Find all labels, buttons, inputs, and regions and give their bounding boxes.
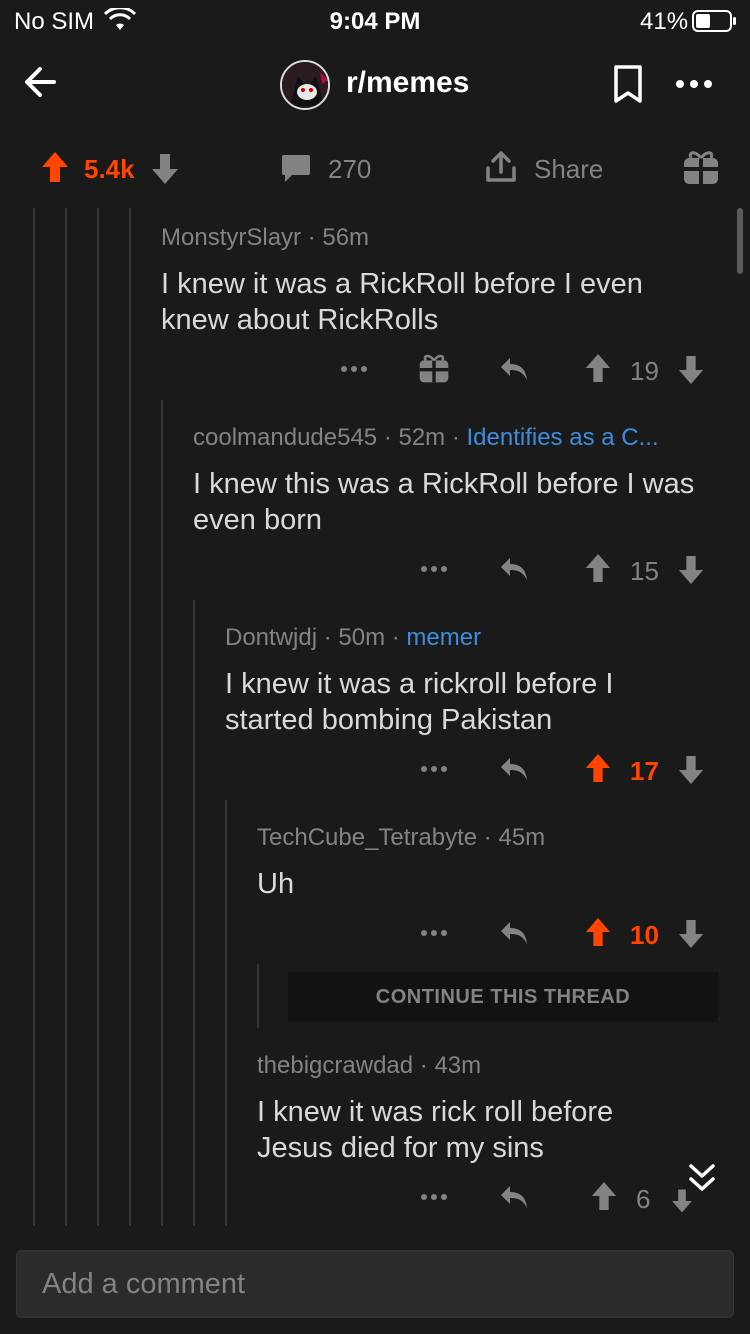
status-bar: No SIM 9:04 PM 41% [0,0,750,44]
reply-icon[interactable] [498,354,530,384]
reply-icon[interactable] [498,1182,530,1212]
comment-score: 6 [636,1184,651,1214]
comment-body: Uh [257,868,295,900]
comment-meta: Dontwjdj · 50m · memer [225,624,482,651]
post-score: 5.4k [84,154,135,184]
comment-upvote-icon[interactable] [584,552,612,584]
comment-more-icon[interactable] [420,1188,448,1206]
comment-body: I knew it was a RickRoll before I even kn… [161,268,643,336]
comment-count: 270 [328,154,372,184]
comment-author[interactable]: MonstyrSlayr [161,224,301,251]
thread-line[interactable] [97,208,99,1226]
share-icon[interactable] [484,150,518,184]
thread-line[interactable] [193,600,195,1226]
comment-meta: TechCube_Tetrabyte · 45m [257,824,546,851]
comment-downvote-icon[interactable] [677,754,705,786]
comment-meta: MonstyrSlayr · 56m [161,224,370,251]
award-gift-icon[interactable] [682,148,720,186]
comment-body: I knew this was a RickRoll before I was e… [193,468,695,536]
comment-score: 17 [630,756,659,786]
comment-author[interactable]: thebigcrawdad [257,1052,413,1079]
user-flair: Identifies as a C... [466,424,659,451]
comment-age: 43m [434,1052,482,1079]
comment-author[interactable]: TechCube_Tetrabyte [257,824,477,851]
thread-line[interactable] [33,208,35,1226]
share-label[interactable]: Share [534,154,603,185]
post-downvote-icon[interactable] [150,152,180,186]
comment-more-icon[interactable] [420,560,448,578]
comment-downvote-icon[interactable] [677,554,705,586]
reply-icon[interactable] [498,554,530,584]
thread-line[interactable] [65,208,67,1226]
post-upvote-icon[interactable] [40,150,70,184]
status-time: 9:04 PM [329,8,421,35]
comment-score: 15 [630,556,659,586]
add-comment-placeholder[interactable]: Add a comment [42,1268,245,1301]
comment-age: 45m [498,824,546,851]
comment-meta: coolmandude545 · 52m · Identifies as a C… [193,424,659,451]
comment-author[interactable]: coolmandude545 [193,424,377,451]
comment-upvote-icon[interactable] [584,752,612,784]
comment-body: I knew it was rick roll before Jesus died… [257,1096,614,1164]
comment-more-icon[interactable] [340,360,368,378]
comment-age: 56m [322,224,370,251]
thread-line[interactable] [225,800,227,1226]
scrollbar[interactable] [737,208,743,274]
comment-author[interactable]: Dontwjdj [225,624,317,651]
comment-meta: thebigcrawdad · 43m [257,1052,482,1079]
thread-line[interactable] [257,964,259,1028]
more-options-icon[interactable] [674,74,714,94]
comment-more-icon[interactable] [420,924,448,942]
comment-score: 10 [630,920,659,950]
jump-to-next-comment-icon[interactable] [686,1162,718,1196]
comment-downvote-icon[interactable] [677,918,705,950]
thread-line[interactable] [129,208,131,1226]
comment-award-icon[interactable] [418,352,450,384]
comment-more-icon[interactable] [420,760,448,778]
comment-age: 50m [338,624,386,651]
back-arrow-icon[interactable] [20,62,60,102]
reply-icon[interactable] [498,918,530,948]
comment-body: I knew it was a rickroll before Istarted… [225,668,614,736]
comment-icon[interactable] [280,152,312,184]
comment-upvote-icon[interactable] [584,916,612,948]
comment-downvote-icon[interactable] [677,354,705,386]
bookmark-icon[interactable] [612,64,644,104]
subreddit-name[interactable]: r/memes [346,66,469,100]
continue-thread-button[interactable]: CONTINUE THIS THREAD [288,972,718,1022]
comment-upvote-icon[interactable] [590,1180,618,1212]
comment-upvote-icon[interactable] [584,352,612,384]
subreddit-avatar[interactable] [280,60,330,110]
comment-score: 19 [630,356,659,386]
reply-icon[interactable] [498,754,530,784]
battery-icon [692,9,738,33]
thread-line[interactable] [161,400,163,1226]
battery-percent: 41% [640,8,689,35]
comment-age: 52m [398,424,446,451]
user-flair: memer [406,624,482,651]
